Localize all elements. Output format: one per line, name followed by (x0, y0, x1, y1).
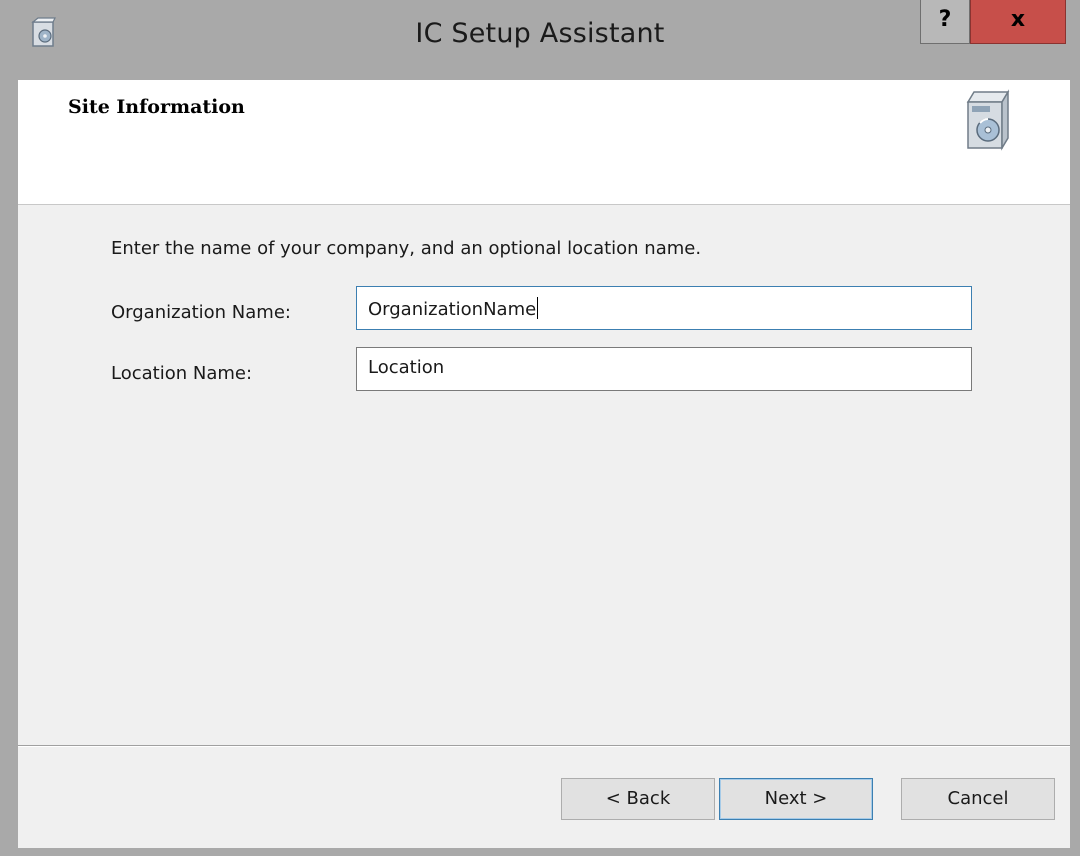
close-button[interactable]: x (970, 0, 1066, 44)
location-name-value: Location (368, 357, 445, 378)
location-name-label: Location Name: (111, 363, 253, 384)
header-panel: Site Information (18, 80, 1070, 205)
setup-window: IC Setup Assistant ? x Site Information … (0, 0, 1080, 856)
title-bar[interactable]: IC Setup Assistant ? x (0, 0, 1080, 80)
organization-name-input[interactable]: OrganizationName (356, 286, 972, 330)
footer-divider (18, 745, 1070, 747)
back-button[interactable]: < Back (561, 778, 715, 820)
help-button[interactable]: ? (920, 0, 970, 44)
text-caret (537, 297, 539, 319)
software-package-icon (966, 89, 1010, 151)
location-name-input[interactable]: Location (356, 347, 972, 391)
instructions-text: Enter the name of your company, and an o… (111, 238, 702, 259)
page-title: Site Information (68, 96, 245, 118)
dialog-body: Site Information Enter the name of your … (18, 80, 1070, 848)
organization-name-value: OrganizationName (368, 299, 537, 320)
cancel-button[interactable]: Cancel (901, 778, 1055, 820)
window-title: IC Setup Assistant (415, 18, 665, 49)
next-button[interactable]: Next > (719, 778, 873, 820)
organization-name-label: Organization Name: (111, 302, 291, 323)
